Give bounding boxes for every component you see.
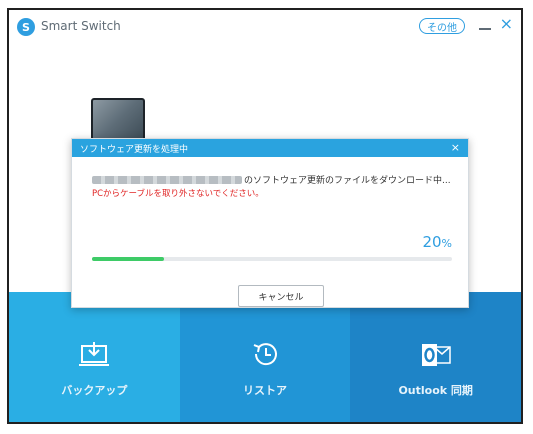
progress-percent: 20% [422,233,452,251]
action-tiles: バックアップ リストア Outlook 同期 [9,292,521,422]
dialog-title: ソフトウェア更新を処理中 [80,144,189,155]
restore-tile[interactable]: リストア [179,292,351,422]
restore-icon [253,343,277,366]
restore-label: リストア [243,384,287,397]
redacted-device-name [92,176,242,184]
title-bar: S Smart Switch その他 × [9,10,521,44]
backup-icon [79,342,110,366]
more-button[interactable]: その他 [419,18,465,34]
backup-tile[interactable]: バックアップ [9,292,180,422]
smart-switch-logo-icon: S [17,18,35,36]
dialog-body: のソフトウェア更新のファイルをダウンロード中... PCからケーブルを取り外さな… [72,157,468,307]
progress-fill [92,257,164,261]
download-message: のソフトウェア更新のファイルをダウンロード中... [244,176,451,186]
minimize-icon[interactable] [479,28,491,30]
cable-warning: PCからケーブルを取り外さないでください。 [92,189,264,199]
progress-track [92,257,452,261]
outlook-icon [421,344,451,366]
dialog-header: ソフトウェア更新を処理中 × [72,139,468,157]
close-icon[interactable]: × [500,16,513,32]
app-title: Smart Switch [41,19,121,33]
outlook-sync-tile[interactable]: Outlook 同期 [350,292,521,422]
app-window: S Smart Switch その他 × バックアップ リストア Outlook… [7,8,523,424]
dialog-close-icon[interactable]: × [451,141,460,154]
outlook-sync-label: Outlook 同期 [398,384,473,397]
backup-label: バックアップ [61,384,128,397]
cancel-button[interactable]: キャンセル [238,285,324,307]
software-update-dialog: ソフトウェア更新を処理中 × のソフトウェア更新のファイルをダウンロード中...… [71,138,469,308]
